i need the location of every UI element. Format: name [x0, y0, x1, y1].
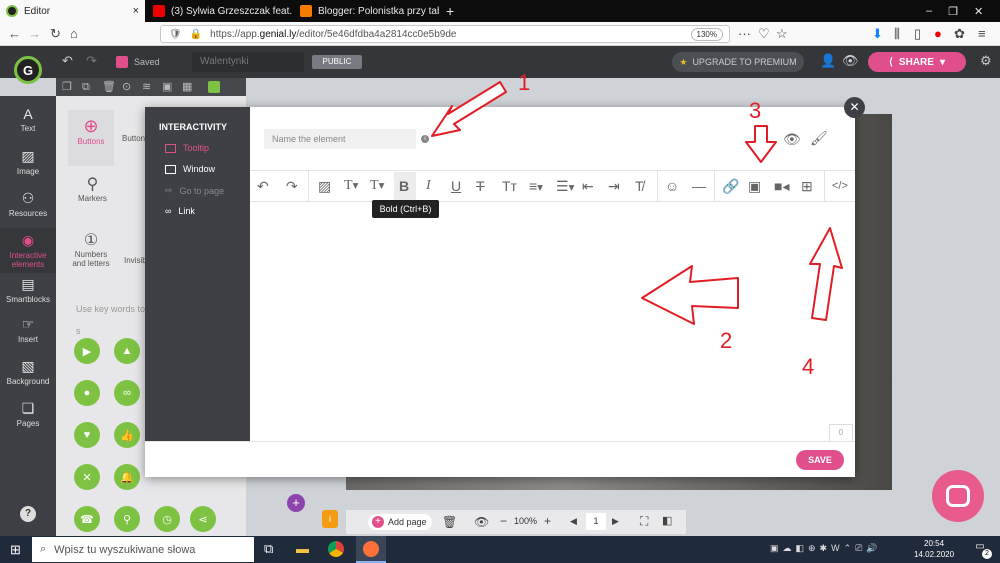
task-view-icon[interactable]: ⧉	[264, 541, 273, 557]
system-tray-icons[interactable]: ▣☁◧⊕✱W⌃⎚🔊	[770, 543, 882, 554]
search-icon: ⌕	[40, 543, 47, 555]
chat-support-button[interactable]	[932, 470, 984, 522]
chat-icon	[946, 485, 970, 507]
annotation-arrow-2	[641, 265, 739, 325]
notification-count: 2	[982, 549, 992, 559]
annotation-arrow-3	[745, 125, 777, 163]
annotation-number-4: 4	[802, 354, 815, 379]
file-explorer-icon[interactable]: ▬	[296, 541, 309, 556]
firefox-icon	[363, 541, 379, 557]
clock-date: 14.02.2020	[914, 550, 955, 559]
annotation-arrow-1	[431, 81, 507, 137]
annotation-number-2: 2	[720, 328, 733, 353]
search-placeholder: Wpisz tu wyszukiwane słowa	[54, 543, 196, 556]
annotation-layer	[431, 81, 843, 325]
taskbar-clock[interactable]: 20:54 14.02.2020	[914, 538, 954, 560]
chrome-icon[interactable]	[328, 541, 344, 557]
windows-start-icon[interactable]: ⊞	[10, 542, 21, 558]
annotation-arrow-4	[809, 227, 843, 321]
annotation-number-3: 3	[749, 98, 762, 123]
clock-time: 20:54	[924, 539, 945, 548]
firefox-taskbar-item[interactable]	[356, 536, 386, 563]
taskbar-search-input[interactable]: ⌕ Wpisz tu wyszukiwane słowa	[32, 537, 254, 562]
annotation-number-1: 1	[518, 70, 531, 95]
